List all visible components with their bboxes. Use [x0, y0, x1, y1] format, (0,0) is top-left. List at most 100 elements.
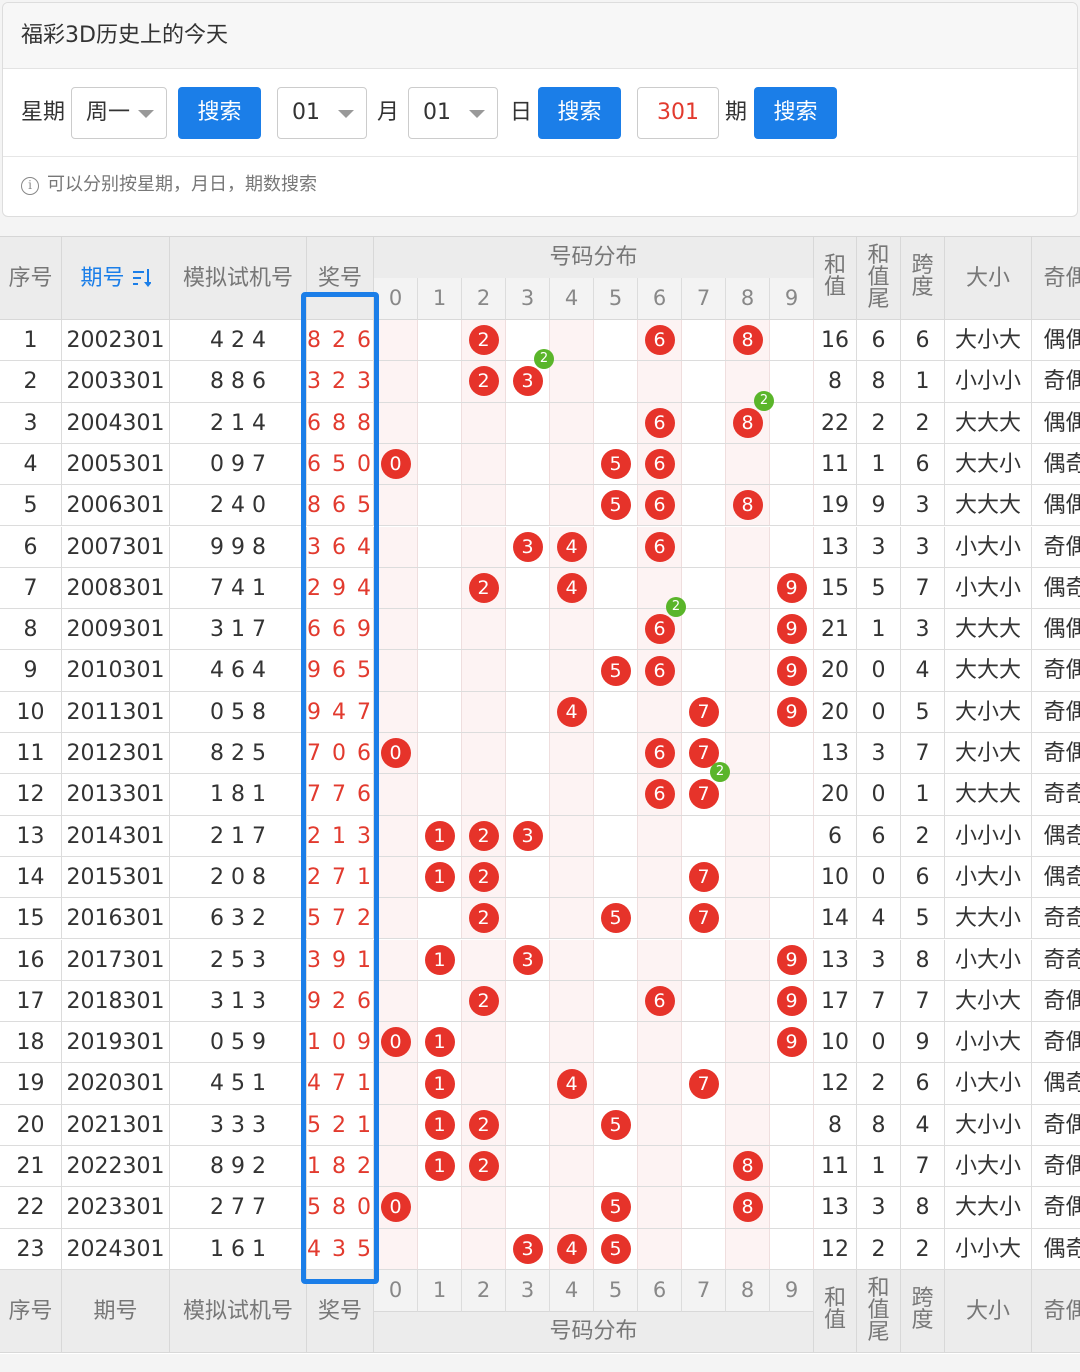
cell-trial: 2 1 4 [170, 402, 307, 443]
table-row[interactable]: 1320143012 1 72 1 3123662小小小偶奇 [0, 815, 1080, 857]
search-hint: i 可以分别按星期，月日，期数搜索 [21, 173, 317, 197]
cell-sum: 13 [814, 733, 857, 774]
dist-cell-3 [506, 1104, 550, 1145]
day-select[interactable]: 01 [408, 87, 498, 139]
number-ball: 8 [732, 490, 763, 521]
sort-icon[interactable] [132, 240, 152, 287]
cell-seq: 8 [0, 609, 62, 650]
dist-cell-4 [550, 815, 594, 856]
dist-cell-5: 5 [594, 485, 638, 526]
table-row[interactable]: 1820193010 5 91 0 90191009小小大奇偶 [0, 1022, 1080, 1064]
footer-digit-2: 2 [462, 1269, 506, 1312]
cell-trial: 8 2 5 [170, 733, 307, 774]
cell-sum: 8 [814, 1104, 857, 1145]
table-row[interactable]: 2020213013 3 35 2 1125884大小小奇偶 [0, 1104, 1080, 1146]
cell-parity: 奇偶 [1032, 1146, 1080, 1186]
date-search-button[interactable]: 搜索 [538, 87, 621, 139]
cell-seq: 6 [0, 526, 62, 567]
table-row[interactable]: 1720183013 1 39 2 62691777大小大奇偶 [0, 980, 1080, 1023]
number-ball: 1 [424, 1068, 455, 1099]
table-row[interactable]: 2320243011 6 14 3 53451222小小大偶奇 [0, 1228, 1080, 1270]
cell-parity: 偶偶 [1032, 609, 1080, 649]
dist-cell-2 [462, 691, 506, 732]
cell-parity: 奇奇 [1032, 898, 1080, 938]
dist-cell-9: 9 [770, 691, 814, 732]
search-panel: 福彩3D历史上的今天 星期 周一 搜索 01 月 01 日 搜索 301 期 搜… [2, 2, 1078, 217]
table-row[interactable]: 420053010 9 76 5 00561116大大小偶奇 [0, 443, 1080, 486]
table-row[interactable]: 720083017 4 12 9 42491557小大小偶奇 [0, 567, 1080, 610]
table-row[interactable]: 1120123018 2 57 0 60671337大小大奇偶 [0, 733, 1080, 775]
table-row[interactable]: 1420153012 0 82 7 1 12 7 1006小大小偶奇 [0, 856, 1080, 899]
cell-trial: 4 2 4 [170, 320, 307, 361]
table-row[interactable]: 1520163016 3 25 7 22571445大大小奇奇 [0, 898, 1080, 940]
table-row[interactable]: 520063012 4 08 6 55681993大大大偶偶 [0, 485, 1080, 527]
number-ball: 1 [424, 1109, 455, 1140]
dist-cell-4 [550, 320, 594, 361]
cell-span: 7 [901, 1146, 945, 1187]
number-ball: 2 [468, 862, 499, 893]
header-period[interactable]: 期号 [62, 237, 170, 320]
dist-cell-6: 6 [638, 526, 682, 567]
dist-cell-2: 2 [462, 1146, 506, 1187]
number-ball: 3 [512, 1233, 543, 1264]
cell-sum: 11 [814, 1146, 857, 1187]
number-ball: 7 [688, 696, 719, 727]
cell-period: 2007301 [62, 526, 170, 567]
cell-period: 2005301 [62, 443, 170, 485]
period-search-button[interactable]: 搜索 [754, 87, 837, 139]
header-tail: 和值尾 [857, 237, 901, 320]
table-row[interactable]: 320043012 1 46 8 86822222大大大偶偶 [0, 390, 1080, 444]
table-row[interactable]: 2120223018 9 21 8 21281117小大小奇偶 [0, 1146, 1080, 1188]
dist-cell-0 [374, 650, 418, 691]
cell-size: 大大大 [945, 402, 1032, 443]
header-parity-label: 奇偶 [1043, 266, 1080, 291]
header-sum: 和值 [814, 237, 857, 320]
weekday-search-button[interactable]: 搜索 [178, 87, 261, 139]
cell-span: 4 [901, 650, 945, 691]
cell-tail: 0 [857, 774, 901, 815]
number-ball: 5 [600, 903, 631, 934]
cell-size: 大大大 [945, 650, 1032, 691]
cell-award: 8 2 6 [307, 320, 374, 361]
dist-cell-2: 2 [462, 1104, 506, 1145]
table-row[interactable]: 920103014 6 49 6 55692004大大大奇偶 [0, 650, 1080, 692]
table-row[interactable]: 1920203014 5 14 7 1 1 4 7 1226小大小偶奇 [0, 1063, 1080, 1105]
period-input[interactable]: 301 [637, 87, 719, 139]
table-row[interactable]: 1020113010 5 89 4 7 4 7 92005大小大奇偶 [0, 691, 1080, 733]
table-row[interactable]: 1220133011 8 17 7 6 672 2001大大大奇奇 [0, 762, 1080, 816]
dist-cell-5 [594, 609, 638, 650]
cell-award: 6 5 0 [307, 443, 374, 485]
dist-cell-7: 7 [682, 1063, 726, 1104]
month-select[interactable]: 01 [277, 87, 367, 139]
cell-award: 1 8 2 [307, 1146, 374, 1187]
dist-cell-5 [594, 856, 638, 898]
cell-trial: 6 3 2 [170, 898, 307, 939]
search-form: 星期 周一 搜索 01 月 01 日 搜索 301 期 搜索 [3, 69, 1077, 157]
dist-cell-5 [594, 939, 638, 980]
dist-cell-2 [462, 774, 506, 815]
cell-sum: 10 [814, 1022, 857, 1063]
cell-parity: 奇偶 [1032, 1022, 1080, 1062]
dist-cell-9 [770, 1104, 814, 1145]
number-ball: 0 [380, 1027, 411, 1058]
cell-period: 2013301 [62, 774, 170, 815]
dist-cell-4 [550, 939, 594, 980]
cell-parity: 奇偶 [1032, 733, 1080, 773]
header-trial: 模拟试机号 [170, 237, 307, 320]
table-row[interactable]: 820093013 1 76 6 9 62 92113大大大偶偶 [0, 597, 1080, 651]
table-row[interactable]: 1620173012 5 33 9 11391338小大小奇奇 [0, 939, 1080, 981]
table-row[interactable]: 2220233012 7 75 8 00581338大大小奇偶 [0, 1187, 1080, 1229]
table-row[interactable]: 620073019 9 83 6 43461333小大小奇偶 [0, 526, 1080, 568]
dist-cell-2 [462, 939, 506, 980]
weekday-select[interactable]: 周一 [71, 87, 167, 139]
header-tail-label: 和值尾 [867, 243, 890, 312]
cell-tail: 1 [857, 609, 901, 650]
table-row[interactable]: 220033018 8 63 2 3232881小小小奇偶 [0, 349, 1080, 403]
footer-period: 期号 [62, 1269, 170, 1353]
cell-seq: 7 [0, 567, 62, 609]
dist-cell-1 [418, 898, 462, 939]
number-ball: 9 [776, 985, 807, 1016]
info-icon: i [21, 177, 39, 195]
number-ball: 0 [380, 738, 411, 769]
dist-cell-7: 7 [682, 898, 726, 939]
